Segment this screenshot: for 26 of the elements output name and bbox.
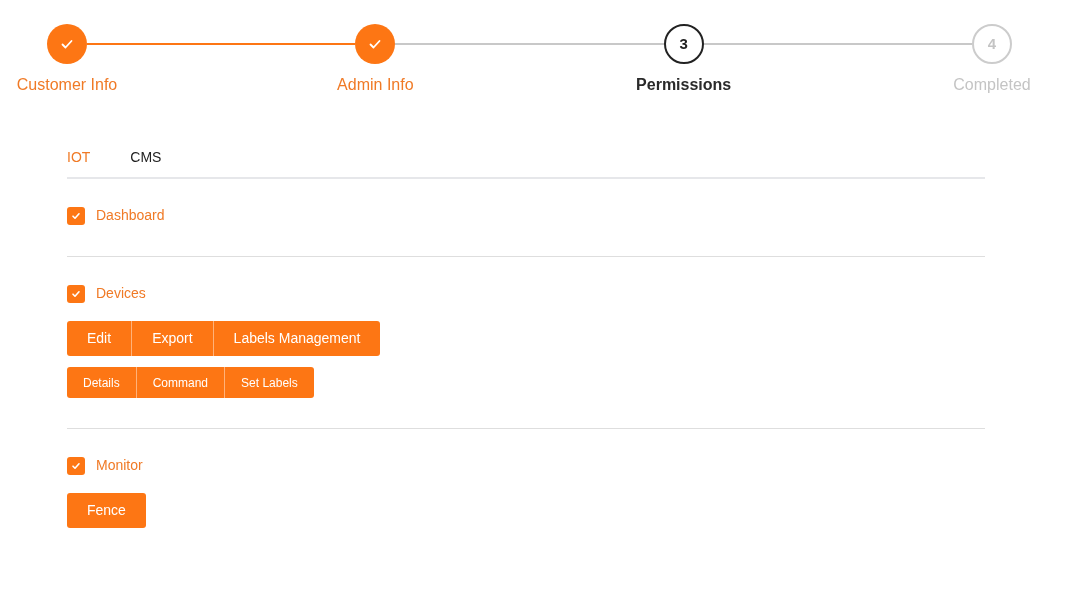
permission-button[interactable]: Fence xyxy=(67,493,146,528)
checkbox[interactable] xyxy=(67,206,85,225)
check-icon xyxy=(71,210,81,221)
checkbox[interactable] xyxy=(67,284,85,303)
permission-button[interactable]: Labels Management xyxy=(212,321,381,356)
check-icon xyxy=(368,37,383,51)
step-label: Completed xyxy=(953,75,1031,95)
check-icon xyxy=(71,288,81,299)
checkbox-label: Monitor xyxy=(96,456,143,475)
permission-button[interactable]: Set Labels xyxy=(224,367,314,398)
step-label: Admin Info xyxy=(337,75,414,95)
step-number: 3 xyxy=(663,24,704,64)
permission-button[interactable]: Command xyxy=(135,367,225,398)
check-icon xyxy=(71,460,81,471)
permission-button[interactable]: Details xyxy=(67,367,136,398)
step-label: Permissions xyxy=(636,75,732,95)
tab[interactable]: CMS xyxy=(130,147,162,168)
step-number: 4 xyxy=(972,24,1012,64)
permission-button[interactable]: Export xyxy=(131,321,213,356)
tab[interactable]: IOT xyxy=(67,147,91,168)
check-icon xyxy=(60,37,74,51)
checkbox[interactable] xyxy=(67,456,85,475)
checkbox-label: Devices xyxy=(96,284,146,303)
step-label: Customer Info xyxy=(16,75,118,95)
permission-button[interactable]: Edit xyxy=(67,321,132,356)
checkbox-label: Dashboard xyxy=(96,206,165,225)
